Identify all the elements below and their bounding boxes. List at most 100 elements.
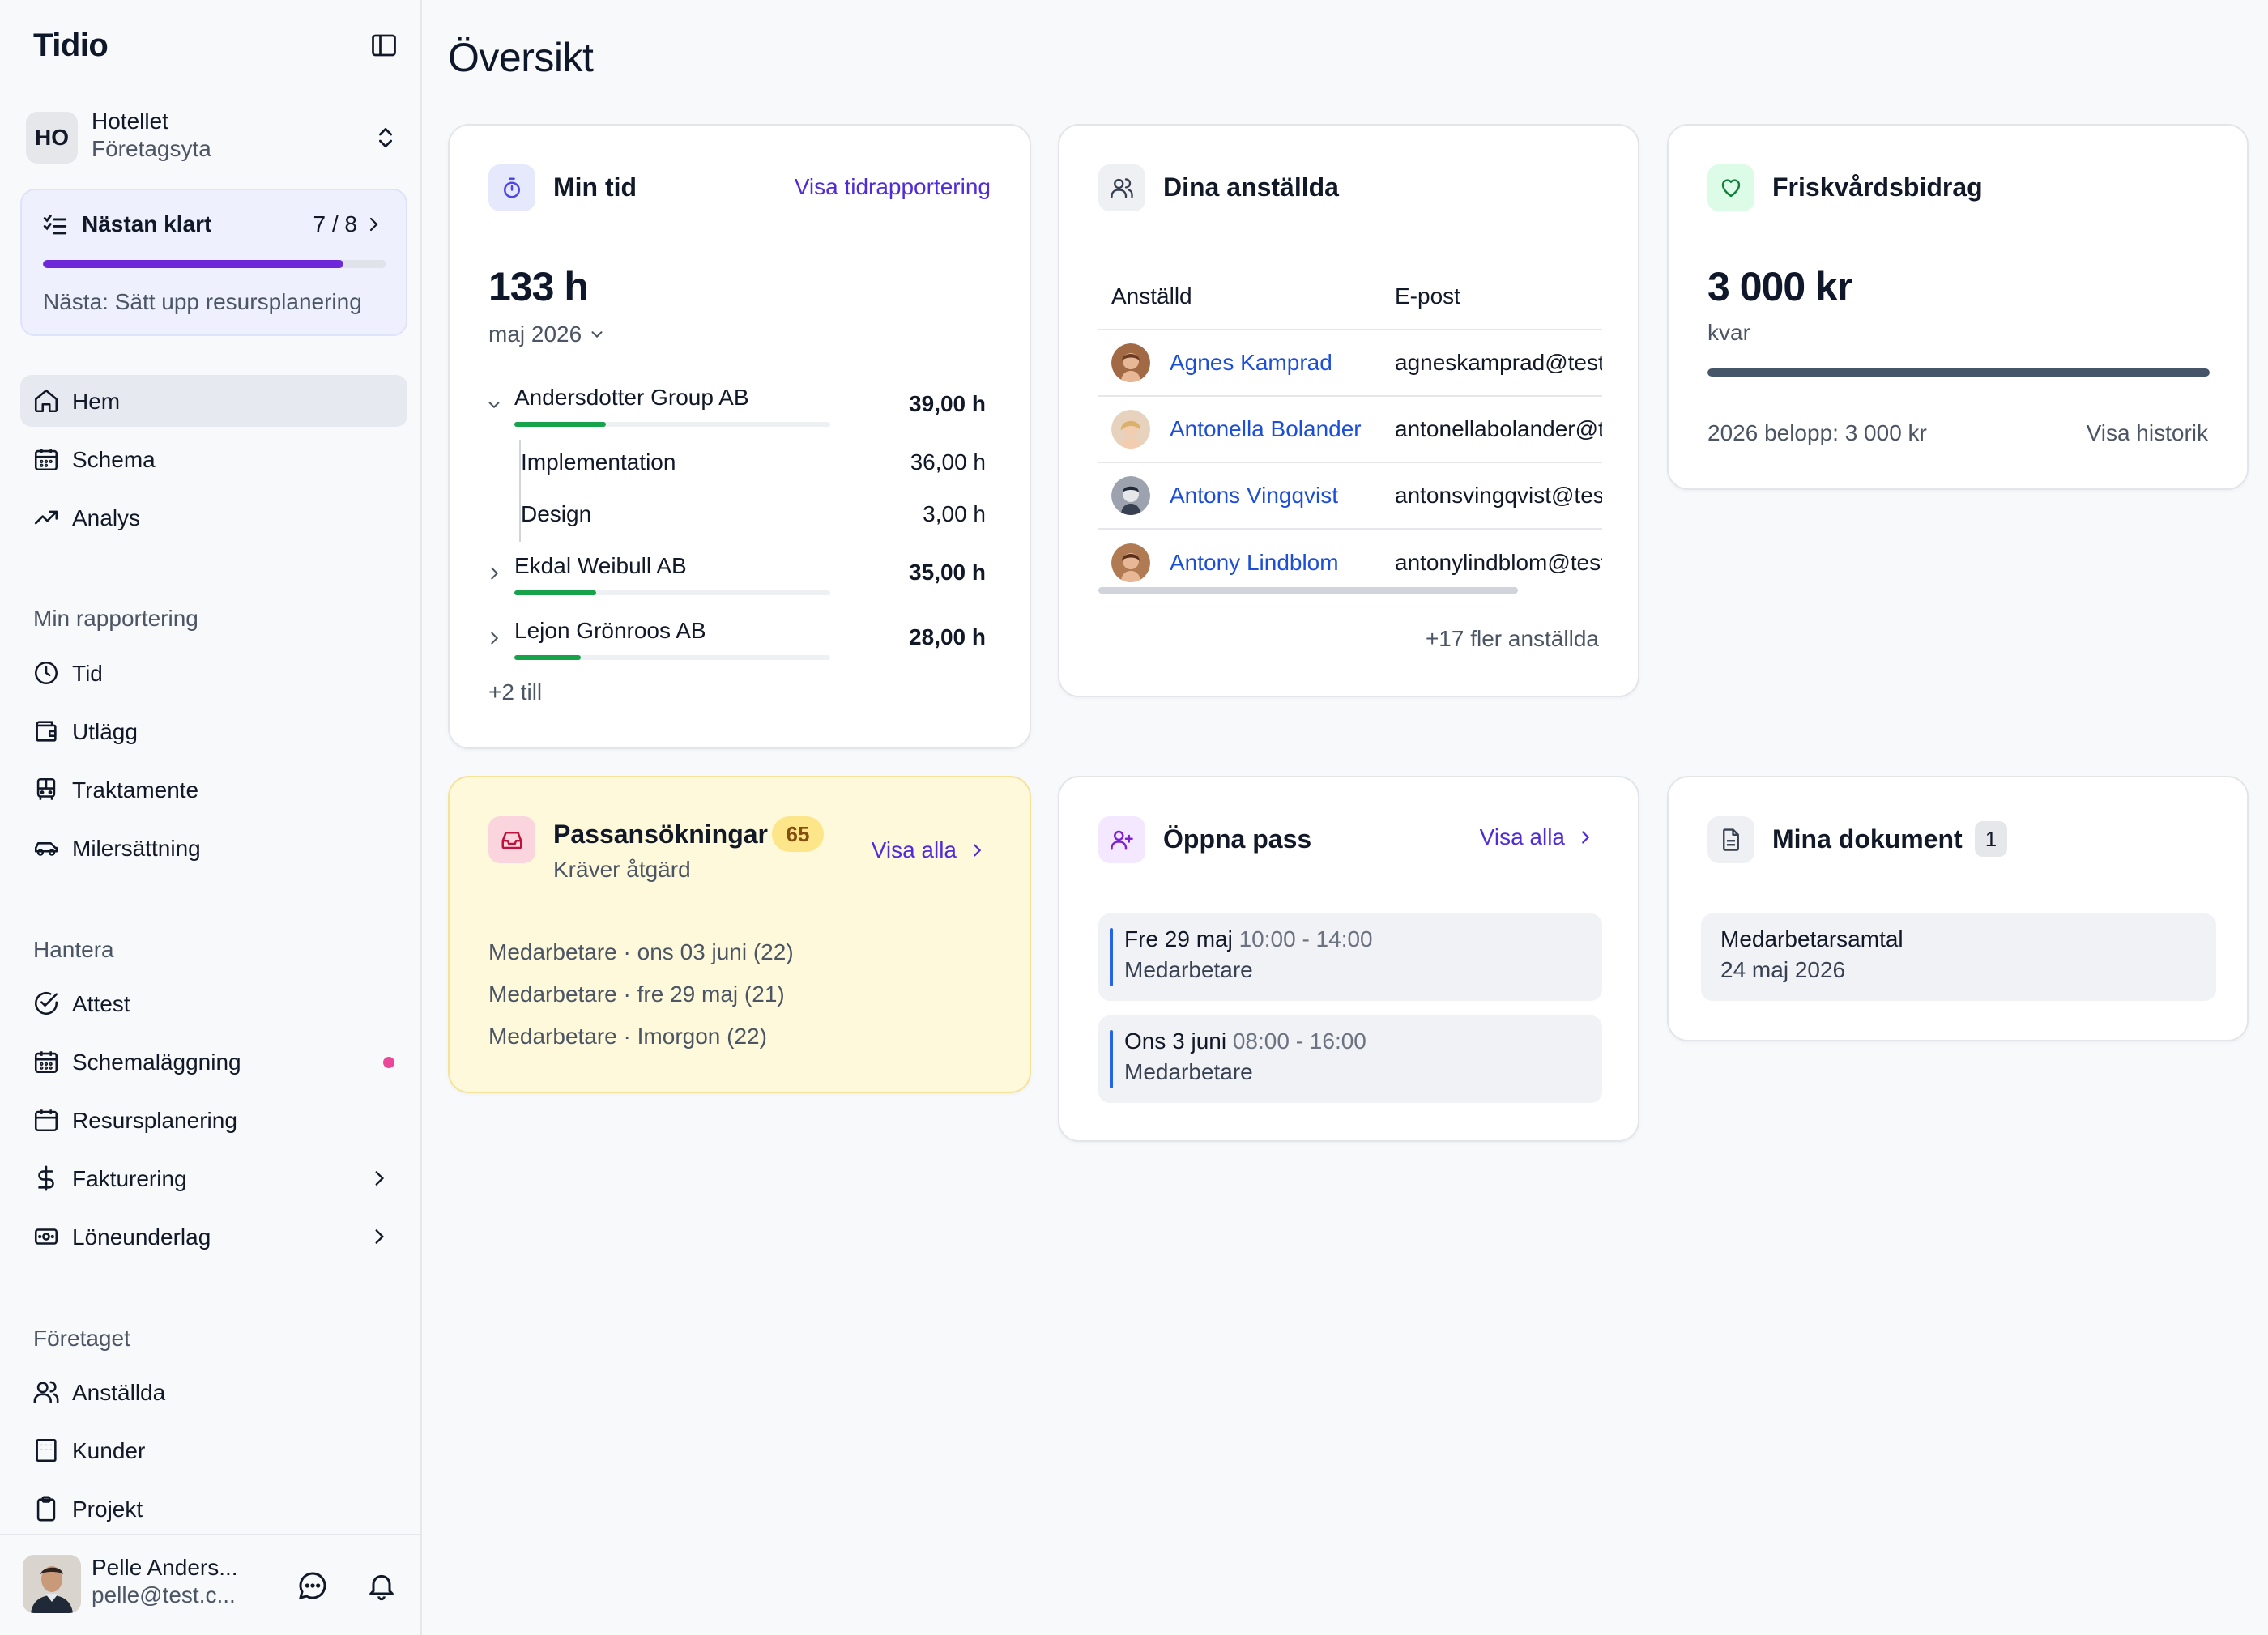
documents-count-badge: 1	[1975, 821, 2007, 857]
table-row[interactable]: Antonella Bolander antonellabolander@tes…	[1098, 396, 1602, 463]
open-shift-item[interactable]: Ons 3 juni 08:00 - 16:00 Medarbetare	[1098, 1015, 1602, 1103]
sidebar-item-label: Fakturering	[72, 1166, 187, 1191]
subproject-hours: 3,00 h	[923, 501, 986, 526]
employee-email: antonellabolander@test.se	[1382, 396, 1602, 463]
employees-table-wrapper: Anställd E-post Agnes Kamprad agneskampr…	[1098, 263, 1602, 595]
wellness-remaining-label: kvar	[1707, 320, 1750, 345]
user-avatar[interactable]	[23, 1555, 81, 1613]
application-item[interactable]: Medarbetare · ons 03 juni (22)	[488, 939, 794, 965]
page-title: Översikt	[448, 35, 594, 80]
workspace-subtitle: Företagsyta	[92, 136, 211, 161]
sidebar-item-projekt[interactable]: Projekt	[20, 1483, 407, 1535]
card-title: Dina anställda	[1163, 172, 1339, 202]
chat-icon[interactable]	[296, 1569, 329, 1602]
employee-avatar	[1111, 343, 1150, 382]
workspace-switcher[interactable]: HO Hotellet Företagsyta	[26, 109, 399, 167]
user-name: Pelle Anders...	[92, 1555, 238, 1580]
subproject-name: Implementation	[521, 449, 676, 475]
table-row[interactable]: Agnes Kamprad agneskamprad@test.se	[1098, 330, 1602, 397]
chevron-right-icon	[369, 1226, 390, 1247]
app-logo[interactable]: Tidio	[33, 28, 109, 64]
open-shift-item[interactable]: Fre 29 maj 10:00 - 14:00 Medarbetare	[1098, 913, 1602, 1001]
sidebar-item-label: Traktamente	[72, 777, 199, 803]
shift-applications-card: Passansökningar 65 Kräver åtgärd Visa al…	[448, 776, 1031, 1093]
sidebar-item-label: Milersättning	[72, 836, 201, 861]
view-time-reporting-link[interactable]: Visa tidrapportering	[795, 174, 991, 200]
sidebar-item-attest[interactable]: Attest	[20, 977, 407, 1029]
employee-name-link[interactable]: Antons Vingqvist	[1170, 483, 1338, 509]
bell-icon[interactable]	[365, 1569, 398, 1602]
more-employees-link[interactable]: +17 fler anställda	[1426, 626, 1599, 652]
period-label: maj 2026	[488, 321, 582, 347]
notification-dot	[383, 1057, 394, 1068]
employee-avatar	[1111, 410, 1150, 449]
sidebar-item-analys[interactable]: Analys	[20, 492, 407, 543]
card-title: Mina dokument	[1772, 824, 1963, 854]
view-history-link[interactable]: Visa historik	[2087, 420, 2208, 446]
chevron-right-icon[interactable]	[485, 629, 503, 647]
project-name[interactable]: Ekdal Weibull AB	[514, 553, 687, 579]
chevron-right-icon[interactable]	[485, 564, 503, 582]
horizontal-scrollbar[interactable]	[1098, 587, 1518, 594]
application-item[interactable]: Medarbetare · fre 29 maj (21)	[488, 981, 785, 1007]
shift-indicator	[1110, 928, 1113, 986]
chevron-down-icon[interactable]	[485, 396, 503, 414]
card-title: Öppna pass	[1163, 824, 1312, 854]
sidebar-item-label: Löneunderlag	[72, 1224, 211, 1250]
wallet-icon	[32, 717, 60, 745]
sidebar-item-label: Attest	[72, 991, 130, 1016]
sidebar-item-milersattning[interactable]: Milersättning	[20, 822, 407, 874]
applications-count-badge: 65	[772, 816, 824, 852]
sidebar-item-fakturering[interactable]: Fakturering	[20, 1152, 407, 1204]
wellness-progress	[1707, 368, 2210, 377]
more-projects-link[interactable]: +2 till	[488, 679, 542, 705]
sidebar-toggle-icon[interactable]	[369, 31, 399, 60]
project-name[interactable]: Lejon Grönroos AB	[514, 618, 706, 644]
employee-name-link[interactable]: Antony Lindblom	[1170, 550, 1339, 576]
view-all-applications-link[interactable]: Visa alla	[872, 837, 986, 863]
building-icon	[32, 1437, 60, 1464]
sidebar-item-traktamente[interactable]: Traktamente	[20, 764, 407, 815]
employee-name-link[interactable]: Antonella Bolander	[1170, 416, 1362, 442]
link-label: Visa alla	[871, 837, 957, 862]
calendar-icon	[32, 1106, 60, 1134]
onboarding-card[interactable]: Nästan klart 7 / 8 Nästa: Sätt upp resur…	[20, 189, 407, 336]
view-all-shifts-link[interactable]: Visa alla	[1480, 824, 1594, 850]
table-row[interactable]: Antons Vingqvist antonsvingqvist@test.se	[1098, 462, 1602, 530]
inbox-icon	[488, 816, 535, 863]
period-selector[interactable]: maj 2026	[488, 321, 606, 347]
project-progress	[514, 655, 830, 660]
users-icon	[1098, 164, 1145, 211]
sidebar-item-loneunderlag[interactable]: Löneunderlag	[20, 1211, 407, 1262]
sidebar-item-utlagg[interactable]: Utlägg	[20, 705, 407, 757]
application-item[interactable]: Medarbetare · Imorgon (22)	[488, 1024, 767, 1050]
sidebar-item-hem[interactable]: Hem	[20, 375, 407, 427]
chevron-right-icon	[369, 1168, 390, 1189]
trending-up-icon	[32, 504, 60, 531]
employee-email: antonylindblom@test.se	[1395, 549, 1602, 575]
employee-name-link[interactable]: Agnes Kamprad	[1170, 350, 1332, 376]
dollar-icon	[32, 1165, 60, 1192]
calendar-grid-icon	[32, 1048, 60, 1075]
workspace-name: Hotellet	[92, 109, 168, 134]
project-hours: 35,00 h	[909, 560, 986, 585]
checklist-icon	[41, 211, 69, 239]
project-name[interactable]: Andersdotter Group AB	[514, 385, 749, 411]
table-row[interactable]: Antony Lindblom antonylindblom@test.se	[1098, 529, 1602, 595]
wellness-amount: 3 000 kr	[1707, 264, 1852, 309]
column-header: E-post	[1382, 263, 1602, 330]
car-icon	[32, 834, 60, 862]
user-bar: Pelle Anders... pelle@test.c...	[0, 1534, 420, 1635]
sidebar-item-schema[interactable]: Schema	[20, 433, 407, 485]
sidebar-item-tid[interactable]: Tid	[20, 647, 407, 699]
sidebar-item-kunder[interactable]: Kunder	[20, 1424, 407, 1476]
sidebar-item-anstallda[interactable]: Anställda	[20, 1366, 407, 1418]
wellness-allowance-card: Friskvårdsbidrag 3 000 kr kvar 2026 belo…	[1667, 124, 2249, 490]
sidebar: Tidio HO Hotellet Företagsyta Nästan kla…	[0, 0, 422, 1635]
shift-time: 10:00 - 14:00	[1238, 926, 1373, 952]
onboarding-title: Nästan klart	[82, 211, 212, 236]
sidebar-item-schemalaggning[interactable]: Schemaläggning	[20, 1036, 407, 1088]
sidebar-item-resursplanering[interactable]: Resursplanering	[20, 1094, 407, 1146]
document-item[interactable]: Medarbetarsamtal 24 maj 2026	[1701, 913, 2216, 1001]
open-shifts-card: Öppna pass Visa alla Fre 29 maj 10:00 - …	[1058, 776, 1639, 1142]
